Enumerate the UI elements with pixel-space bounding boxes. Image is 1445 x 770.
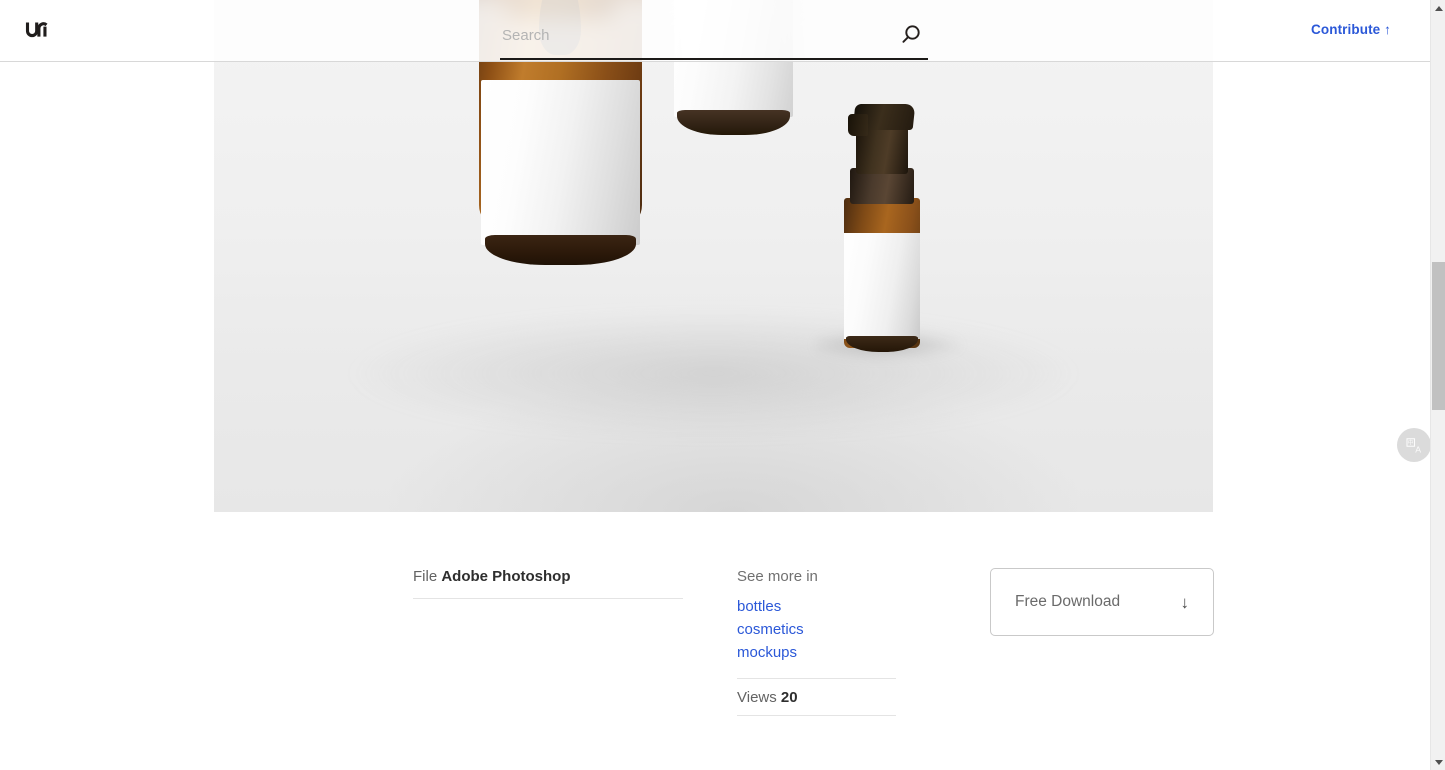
free-download-button[interactable]: Free Download ↓ (990, 568, 1214, 636)
see-more-column: See more in bottles cosmetics mockups Vi… (737, 568, 896, 716)
download-label: Free Download (1015, 593, 1121, 610)
photo-meta-section: File Adobe Photoshop See more in bottles… (0, 512, 1437, 770)
tag-link-mockups[interactable]: mockups (737, 641, 896, 664)
search-bar[interactable] (500, 14, 928, 60)
browser-page: Contribute ↑ File Adobe Photoshop See mo… (0, 0, 1445, 770)
tag-link-bottles[interactable]: bottles (737, 595, 896, 618)
svg-text:中: 中 (1407, 438, 1413, 446)
unsplash-logo[interactable] (23, 17, 51, 45)
hero-photo[interactable] (214, 0, 1213, 512)
scrollbar-down-arrow[interactable] (1431, 754, 1445, 770)
page-scrollbar[interactable] (1430, 0, 1445, 770)
download-arrow-icon: ↓ (1180, 592, 1190, 612)
photo-floor-shadow (333, 307, 1094, 441)
file-info-column: File Adobe Photoshop (413, 568, 683, 599)
views-divider-bottom (737, 715, 896, 716)
svg-text:A: A (1415, 444, 1421, 454)
contribute-button[interactable]: Contribute ↑ (1311, 22, 1391, 37)
file-value: Adobe Photoshop (441, 568, 571, 585)
translate-icon[interactable]: 中 A (1397, 428, 1431, 462)
scrollbar-thumb[interactable] (1432, 262, 1445, 410)
views-row: Views 20 (737, 679, 896, 715)
pump-bottle-small (816, 88, 966, 360)
tag-link-cosmetics[interactable]: cosmetics (737, 618, 896, 641)
scrollbar-up-arrow[interactable] (1431, 0, 1445, 16)
file-divider (413, 598, 683, 599)
site-header: Contribute ↑ (0, 0, 1437, 62)
file-row: File Adobe Photoshop (413, 568, 683, 598)
search-input[interactable] (500, 20, 884, 50)
search-icon[interactable] (898, 22, 924, 48)
file-label: File (413, 568, 438, 585)
views-block: Views 20 (737, 678, 896, 716)
views-label: Views (737, 689, 777, 706)
see-more-title: See more in (737, 568, 818, 585)
views-value: 20 (780, 689, 798, 706)
